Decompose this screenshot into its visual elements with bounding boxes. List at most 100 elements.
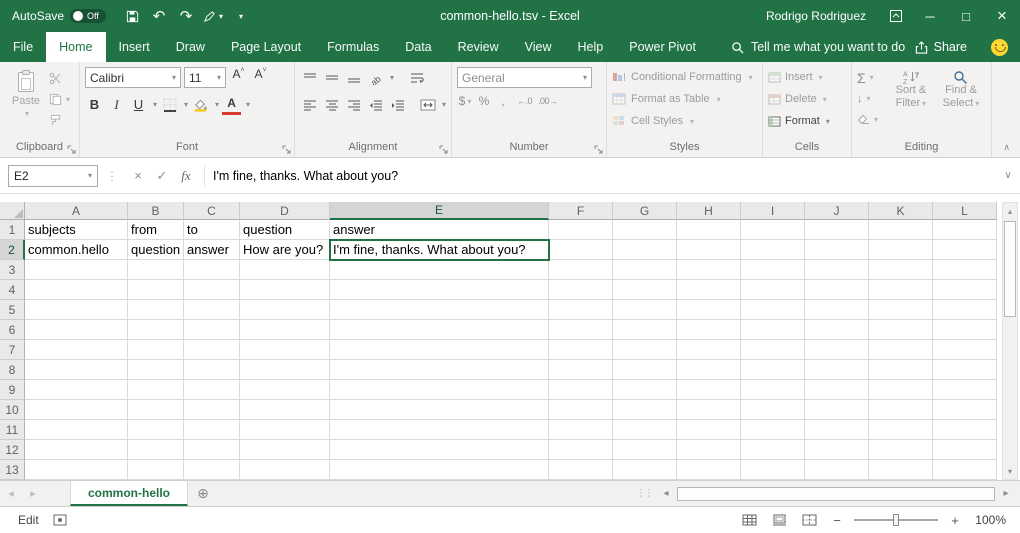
select-all-corner[interactable] (0, 202, 25, 220)
cell-D6[interactable] (240, 320, 330, 340)
cell-B6[interactable] (128, 320, 184, 340)
column-header-G[interactable]: G (613, 202, 677, 220)
paste-button[interactable]: Paste ▾ (5, 67, 47, 140)
vertical-scrollbar[interactable]: ▴ ▾ (1002, 202, 1018, 480)
tab-insert[interactable]: Insert (106, 32, 163, 62)
cell-G6[interactable] (613, 320, 677, 340)
font-size-combo[interactable]: 11▾ (184, 67, 226, 88)
cell-H6[interactable] (677, 320, 741, 340)
enter-button[interactable]: ✓ (150, 165, 174, 187)
save-button[interactable] (120, 3, 144, 29)
cell-J13[interactable] (805, 460, 869, 480)
cell-A11[interactable] (25, 420, 128, 440)
conditional-formatting-button[interactable]: Conditional Formatting▾ (612, 67, 757, 87)
cell-H1[interactable] (677, 220, 741, 240)
increase-indent-button[interactable] (388, 94, 407, 115)
insert-function-button[interactable]: fx (174, 165, 198, 187)
redo-button[interactable]: ↷ (174, 3, 198, 29)
cell-J3[interactable] (805, 260, 869, 280)
percent-style-button[interactable]: % (476, 94, 492, 108)
sort-filter-button[interactable]: AZ Sort & Filter▾ (886, 67, 936, 140)
format-painter-button[interactable] (49, 112, 70, 129)
scroll-up-icon[interactable]: ▴ (1003, 203, 1017, 219)
cell-J7[interactable] (805, 340, 869, 360)
row-header-4[interactable]: 4 (0, 280, 25, 300)
cell-F7[interactable] (549, 340, 613, 360)
name-box[interactable]: E2 ▾ (8, 165, 98, 187)
zoom-slider-thumb[interactable] (893, 514, 899, 526)
ribbon-display-options-button[interactable] (880, 0, 912, 32)
tab-formulas[interactable]: Formulas (314, 32, 392, 62)
italic-button[interactable]: I (107, 94, 126, 115)
pen-mode-button[interactable]: ▾ (201, 3, 225, 29)
hscroll-right-icon[interactable]: ▸ (998, 486, 1014, 502)
find-select-button[interactable]: Find & Select▾ (936, 67, 986, 140)
cell-H4[interactable] (677, 280, 741, 300)
cell-B4[interactable] (128, 280, 184, 300)
qat-customize-button[interactable]: ▾ (228, 3, 252, 29)
cell-I6[interactable] (741, 320, 805, 340)
cell-B11[interactable] (128, 420, 184, 440)
cell-H9[interactable] (677, 380, 741, 400)
cell-L9[interactable] (933, 380, 997, 400)
cell-C12[interactable] (184, 440, 240, 460)
cell-K3[interactable] (869, 260, 933, 280)
share-button[interactable]: Share (915, 32, 991, 62)
cell-D11[interactable] (240, 420, 330, 440)
scroll-down-icon[interactable]: ▾ (1003, 463, 1017, 479)
horizontal-scroll-track[interactable] (676, 487, 996, 501)
cell-F8[interactable] (549, 360, 613, 380)
cell-H11[interactable] (677, 420, 741, 440)
cell-E11[interactable] (330, 420, 549, 440)
maximize-button[interactable]: □ (948, 0, 984, 32)
cell-H12[interactable] (677, 440, 741, 460)
page-break-view-button[interactable] (798, 510, 820, 530)
cell-L8[interactable] (933, 360, 997, 380)
zoom-in-button[interactable]: + (946, 513, 964, 528)
cell-F9[interactable] (549, 380, 613, 400)
column-header-D[interactable]: D (240, 202, 330, 220)
cell-F12[interactable] (549, 440, 613, 460)
align-right-button[interactable] (344, 94, 363, 115)
feedback-smiley-icon[interactable] (991, 39, 1008, 56)
cell-G7[interactable] (613, 340, 677, 360)
formula-bar-splitter[interactable]: ⋮ (98, 169, 126, 183)
number-dialog-launcher[interactable] (594, 145, 603, 154)
page-layout-view-button[interactable] (768, 510, 790, 530)
cell-J1[interactable] (805, 220, 869, 240)
cell-F3[interactable] (549, 260, 613, 280)
decrease-font-size-button[interactable]: A˅ (251, 67, 270, 88)
cell-E6[interactable] (330, 320, 549, 340)
format-cells-button[interactable]: Format▾ (768, 111, 846, 131)
cancel-button[interactable]: × (126, 165, 150, 187)
cell-C11[interactable] (184, 420, 240, 440)
cell-E2[interactable]: I'm fine, thanks. What about you? (330, 240, 549, 260)
row-header-11[interactable]: 11 (0, 420, 25, 440)
tab-draw[interactable]: Draw (163, 32, 218, 62)
row-header-5[interactable]: 5 (0, 300, 25, 320)
column-header-E[interactable]: E (330, 202, 549, 220)
cell-K12[interactable] (869, 440, 933, 460)
cell-C7[interactable] (184, 340, 240, 360)
cell-L2[interactable] (933, 240, 997, 260)
cell-I7[interactable] (741, 340, 805, 360)
decrease-decimal-button[interactable]: .00→ (538, 96, 558, 106)
cell-K10[interactable] (869, 400, 933, 420)
normal-view-button[interactable] (738, 510, 760, 530)
cell-H3[interactable] (677, 260, 741, 280)
cell-G2[interactable] (613, 240, 677, 260)
cell-D3[interactable] (240, 260, 330, 280)
cell-A8[interactable] (25, 360, 128, 380)
cell-D10[interactable] (240, 400, 330, 420)
fill-button[interactable]: ↓▾ (857, 90, 886, 107)
cell-L11[interactable] (933, 420, 997, 440)
cell-I11[interactable] (741, 420, 805, 440)
cell-F10[interactable] (549, 400, 613, 420)
cell-C1[interactable]: to (184, 220, 240, 240)
cell-A10[interactable] (25, 400, 128, 420)
tab-page-layout[interactable]: Page Layout (218, 32, 314, 62)
cell-C2[interactable]: answer (184, 240, 240, 260)
cell-E3[interactable] (330, 260, 549, 280)
horizontal-scroll-thumb[interactable] (677, 487, 995, 501)
cell-L12[interactable] (933, 440, 997, 460)
